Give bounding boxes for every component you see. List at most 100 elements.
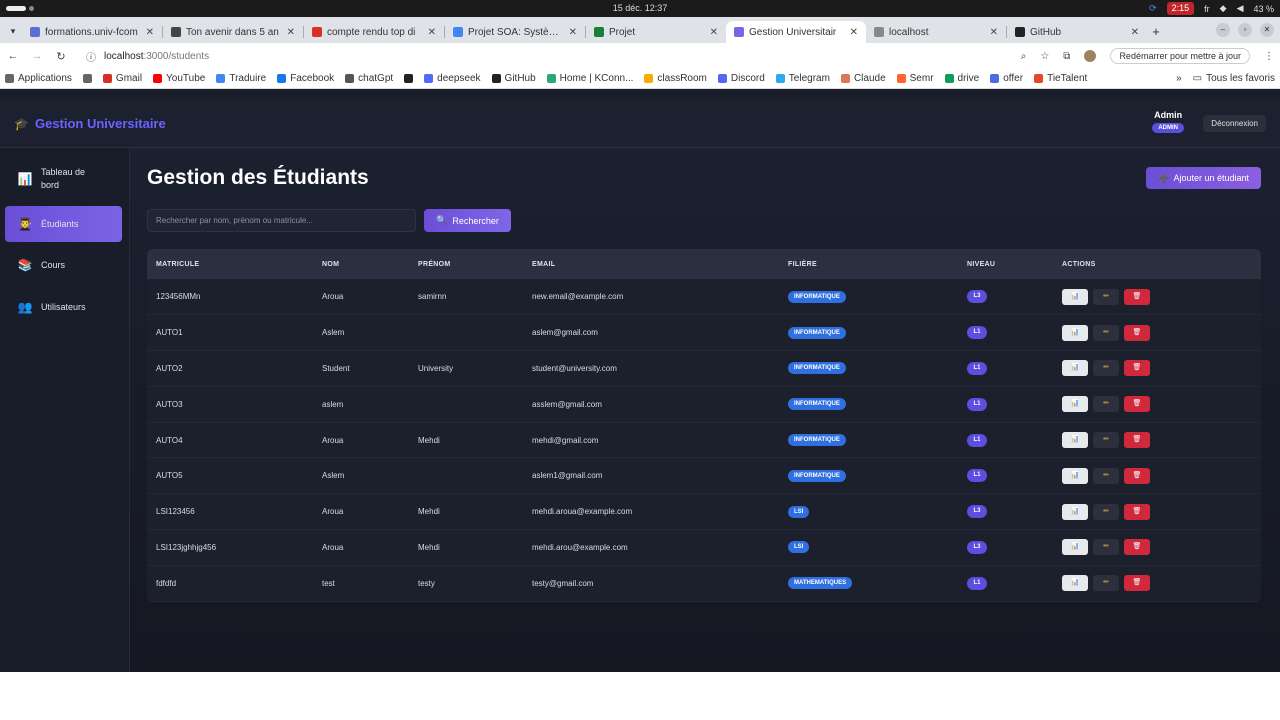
tab-close-icon[interactable]: ✕ [428,27,436,38]
logout-button[interactable]: Déconnexion [1203,115,1266,132]
bookmark-item[interactable]: classRoom [644,73,707,84]
view-stats-button[interactable]: 📊 [1062,575,1088,592]
bookmark-item[interactable]: YouTube [153,73,205,84]
menu-icon[interactable]: ⋮ [1264,51,1274,62]
column-header[interactable]: NOM [313,249,409,279]
bookmark-item[interactable]: Traduire [216,73,266,84]
bookmark-item[interactable]: deepseek [424,73,481,84]
bookmark-item[interactable]: GitHub [491,73,536,84]
maximize-icon[interactable]: ▫ [1238,23,1252,37]
delete-button[interactable]: 🗑 [1124,360,1150,377]
browser-tab[interactable]: compte rendu top di ✕ [304,21,444,43]
bookmark-star-icon[interactable]: ☆ [1040,51,1049,62]
bookmark-item[interactable]: Applications [5,73,72,84]
brand[interactable]: 🎓 Gestion Universitaire [14,116,166,131]
browser-tab[interactable]: formations.univ-fcom ✕ [22,21,162,43]
bookmark-item[interactable]: Claude [840,73,886,84]
minimize-icon[interactable]: – [1216,23,1230,37]
new-tab-button[interactable]: + [1147,24,1165,39]
sidebar-item[interactable]: 📊 Tableau de bord [5,162,122,196]
delete-button[interactable]: 🗑 [1124,467,1150,484]
bookmark-item[interactable]: Gmail [102,73,142,84]
bookmark-item[interactable]: Semr [896,73,934,84]
close-window-icon[interactable]: ✕ [1260,23,1274,37]
browser-tab[interactable]: Gestion Universitair ✕ [726,21,866,43]
column-header[interactable]: NIVEAU [958,249,1053,279]
language-indicator[interactable]: fr [1204,4,1210,14]
tab-close-icon[interactable]: ✕ [287,27,295,38]
site-info-icon[interactable]: ⓘ [86,49,96,64]
edit-button[interactable]: ✏ [1093,503,1119,520]
view-stats-button[interactable]: 📊 [1062,503,1088,520]
bookmark-item[interactable]: Facebook [277,73,334,84]
column-header[interactable]: FILIÈRE [779,249,958,279]
bookmark-item[interactable] [404,74,414,83]
delete-button[interactable]: 🗑 [1124,432,1150,449]
view-stats-button[interactable]: 📊 [1062,539,1088,556]
relaunch-button[interactable]: Redémarrer pour mettre à jour [1110,48,1250,64]
browser-tab[interactable]: localhost ✕ [866,21,1006,43]
bookmark-item[interactable]: TieTalent [1034,73,1087,84]
bookmark-item[interactable]: Home | KConn... [546,73,633,84]
bookmark-item[interactable] [82,74,92,83]
edit-button[interactable]: ✏ [1093,575,1119,592]
sidebar-item[interactable]: 👥 Utilisateurs [5,290,122,324]
edit-button[interactable]: ✏ [1093,396,1119,413]
browser-tab[interactable]: Ton avenir dans 5 an ✕ [163,21,303,43]
add-student-button[interactable]: ➕ Ajouter un étudiant [1146,167,1261,189]
sidebar-item[interactable]: 📚 Cours [5,248,122,282]
column-header[interactable]: ACTIONS [1053,249,1261,279]
delete-button[interactable]: 🗑 [1124,396,1150,413]
sidebar-item[interactable]: 👨‍🎓 Étudiants [5,206,122,242]
search-input[interactable] [147,209,416,232]
edit-button[interactable]: ✏ [1093,432,1119,449]
view-stats-button[interactable]: 📊 [1062,467,1088,484]
browser-tab[interactable]: Projet SOA: Systèmes ✕ [445,21,585,43]
tab-close-icon[interactable]: ✕ [146,27,154,38]
tab-close-icon[interactable]: ✕ [1131,27,1139,38]
back-icon[interactable]: ← [6,50,20,62]
delete-button[interactable]: 🗑 [1124,539,1150,556]
column-header[interactable]: PRÉNOM [409,249,523,279]
edit-button[interactable]: ✏ [1093,324,1119,341]
tab-close-icon[interactable]: ✕ [990,27,998,38]
tab-close-icon[interactable]: ✕ [710,27,718,38]
bookmark-item[interactable]: Discord [717,73,765,84]
reload-icon[interactable]: ↻ [54,50,68,63]
edit-button[interactable]: ✏ [1093,360,1119,377]
more-bookmarks-icon[interactable]: » [1176,73,1182,84]
edit-button[interactable]: ✏ [1093,288,1119,305]
view-stats-button[interactable]: 📊 [1062,396,1088,413]
column-header[interactable]: EMAIL [523,249,779,279]
bookmark-item[interactable]: drive [944,73,979,84]
all-bookmarks-folder[interactable]: ▭ Tous les favoris [1193,73,1275,84]
profile-avatar[interactable] [1084,50,1097,62]
edit-button[interactable]: ✏ [1093,467,1119,484]
zoom-icon[interactable]: ⌕ [1021,51,1027,62]
extensions-icon[interactable]: ⧉ [1063,51,1070,62]
view-stats-button[interactable]: 📊 [1062,360,1088,377]
bookmark-item[interactable]: chatGpt [345,73,393,84]
view-stats-button[interactable]: 📊 [1062,432,1088,449]
delete-button[interactable]: 🗑 [1124,288,1150,305]
view-stats-button[interactable]: 📊 [1062,288,1088,305]
edit-button[interactable]: ✏ [1093,539,1119,556]
tab-close-icon[interactable]: ✕ [569,27,577,38]
delete-button[interactable]: 🗑 [1124,503,1150,520]
os-status-area[interactable]: ⟳ 2:15 fr ◆ ◀ 43 % [1149,2,1274,15]
column-header[interactable]: MATRICULE [147,249,313,279]
search-button[interactable]: 🔍 Rechercher [424,209,511,232]
tab-search-icon[interactable]: ▾ [4,26,22,37]
view-stats-button[interactable]: 📊 [1062,324,1088,341]
forward-icon[interactable]: → [30,50,44,62]
delete-button[interactable]: 🗑 [1124,575,1150,592]
bookmark-item[interactable]: offer [990,73,1023,84]
bookmark-item[interactable]: Telegram [775,73,830,84]
browser-tab[interactable]: Projet ✕ [586,21,726,43]
tab-close-icon[interactable]: ✕ [850,27,858,38]
browser-tab[interactable]: GitHub ✕ [1007,21,1147,43]
recording-indicator[interactable]: 2:15 [1166,2,1195,15]
address-bar[interactable]: ⓘ localhost:3000/students [78,46,1011,66]
os-clock[interactable]: 15 déc. 12:37 [0,3,1280,13]
delete-button[interactable]: 🗑 [1124,324,1150,341]
